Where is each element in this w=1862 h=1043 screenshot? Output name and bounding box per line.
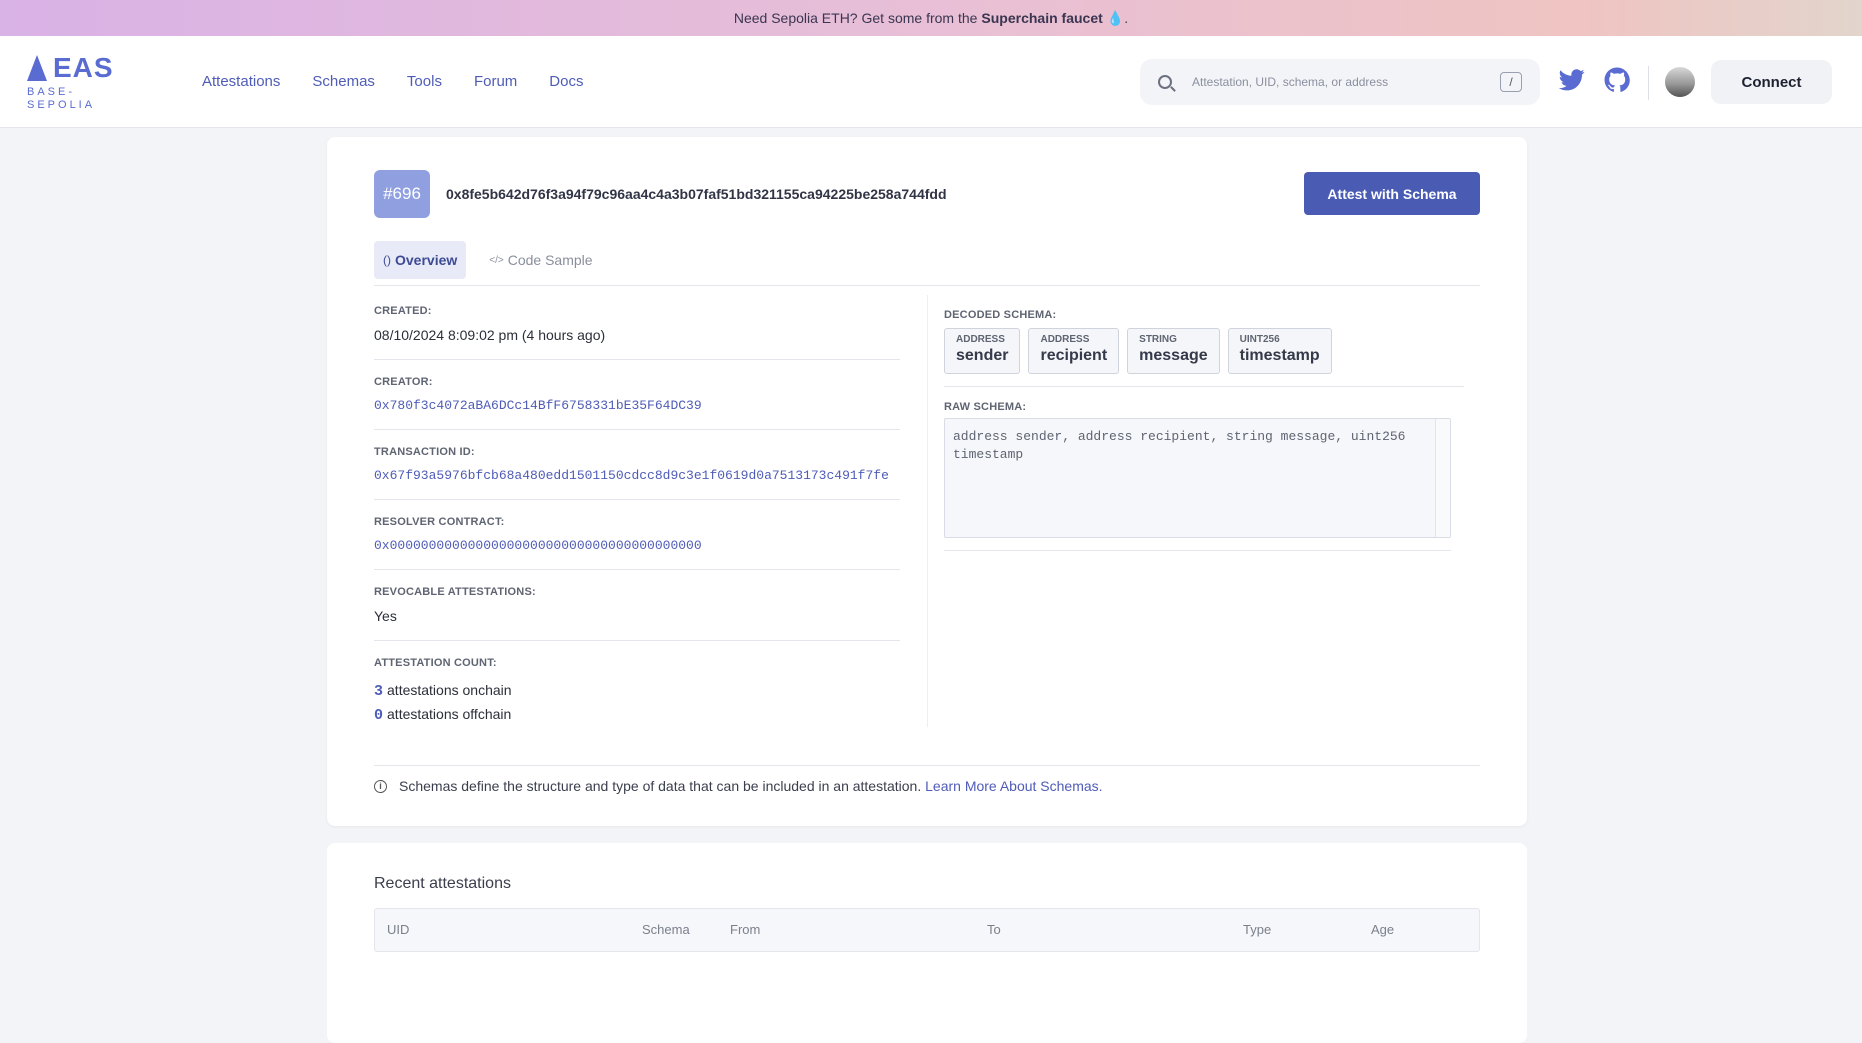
schema-field-name: recipient [1040, 347, 1108, 364]
onchain-count: 3 [374, 683, 384, 700]
github-icon[interactable] [1602, 65, 1632, 95]
attestation-count-field: ATTESTATION COUNT: 3 attestations onchain… [374, 657, 900, 743]
schema-field-name: sender [956, 347, 1009, 364]
twitter-icon[interactable] [1557, 65, 1587, 95]
creator-label: CREATOR: [374, 376, 433, 388]
schema-field-type: STRING [1139, 334, 1177, 345]
raw-schema-textarea[interactable]: address sender, address recipient, strin… [944, 418, 1451, 538]
schema-field-name: timestamp [1239, 347, 1320, 364]
schema-field-type: ADDRESS [1040, 334, 1090, 345]
transaction-id-link[interactable]: 0x67f93a5976bfcb68a480edd1501150cdcc8d9c… [374, 468, 900, 483]
onchain-text: attestations onchain [387, 682, 512, 698]
column-divider [927, 295, 928, 727]
resolver-address-link[interactable]: 0x00000000000000000000000000000000000000… [374, 538, 900, 553]
recent-attestations-title: Recent attestations [374, 875, 511, 892]
schema-tabs: () Overview </> Code Sample [374, 241, 602, 279]
schema-number-badge: #696 [374, 170, 430, 218]
logo-brand: EAS [53, 51, 114, 83]
column-age: Age [1371, 922, 1395, 937]
info-divider [374, 765, 1480, 766]
connect-button[interactable]: Connect [1711, 60, 1832, 104]
raw-schema-scrollbar[interactable] [1435, 419, 1450, 537]
search-bar: / [1140, 59, 1540, 105]
creator-field: CREATOR: 0x780f3c4072aBA6DCc14BfF6758331… [374, 376, 900, 430]
schema-card: #696 0x8fe5b642d76f3a94f79c96aa4c4a3b07f… [327, 137, 1527, 826]
faucet-link[interactable]: Superchain faucet [981, 10, 1102, 26]
offchain-count: 0 [374, 707, 384, 724]
schema-details: CREATED: 08/10/2024 8:09:02 pm (4 hours … [374, 305, 900, 759]
column-to: To [987, 922, 1001, 937]
network-name: BASE-SEPOLIA [27, 85, 96, 111]
column-uid: UID [387, 922, 410, 937]
created-label: CREATED: [374, 305, 432, 317]
nav-schemas[interactable]: Schemas [312, 73, 375, 90]
schema-info-note: i Schemas define the structure and type … [374, 778, 1103, 794]
schema-field-chip: UINT256 timestamp [1227, 328, 1332, 374]
nav-docs[interactable]: Docs [549, 73, 583, 90]
transaction-label: TRANSACTION ID: [374, 446, 475, 458]
raw-schema-divider [944, 550, 1451, 551]
promo-banner: Need Sepolia ETH? Get some from the Supe… [0, 0, 1862, 36]
decoded-schema-label: DECODED SCHEMA: [944, 309, 1057, 321]
attest-with-schema-button[interactable]: Attest with Schema [1304, 172, 1480, 215]
revocable-value: Yes [374, 608, 397, 624]
schema-field-type: ADDRESS [956, 334, 1005, 345]
resolver-field: RESOLVER CONTRACT: 0x0000000000000000000… [374, 516, 900, 570]
avatar[interactable] [1665, 67, 1695, 97]
resolver-label: RESOLVER CONTRACT: [374, 516, 505, 528]
raw-schema-text: address sender, address recipient, strin… [953, 429, 1406, 462]
nav-tools[interactable]: Tools [407, 73, 442, 90]
decoded-schema-chips: ADDRESS sender ADDRESS recipient STRING … [944, 328, 1464, 387]
banner-suffix: . [1124, 10, 1129, 26]
tab-overview-label: Overview [395, 252, 458, 268]
banner-text: Need Sepolia ETH? Get some from the [733, 10, 978, 26]
info-text: Schemas define the structure and type of… [399, 778, 922, 794]
code-icon: </> [489, 254, 504, 266]
eas-logo[interactable]: EAS BASE-SEPOLIA [27, 52, 147, 112]
schema-field-chip: ADDRESS recipient [1028, 328, 1120, 374]
offchain-text: attestations offchain [387, 706, 512, 722]
tab-overview[interactable]: () Overview [374, 241, 467, 279]
created-value: 08/10/2024 8:09:02 pm (4 hours ago) [374, 327, 606, 343]
recent-attestations-card: Recent attestations UID Schema From To T… [327, 843, 1527, 1043]
schema-field-name: message [1139, 347, 1208, 364]
column-schema: Schema [642, 922, 690, 937]
main-menu: Attestations Schemas Tools Forum Docs [202, 73, 583, 90]
info-icon: i [374, 779, 387, 793]
schema-field-type: UINT256 [1239, 334, 1280, 345]
tab-code-sample[interactable]: </> Code Sample [480, 241, 601, 279]
top-nav: EAS BASE-SEPOLIA Attestations Schemas To… [0, 36, 1862, 128]
schema-field-chip: ADDRESS sender [944, 328, 1021, 374]
tabs-divider [374, 285, 1480, 286]
created-field: CREATED: 08/10/2024 8:09:02 pm (4 hours … [374, 305, 900, 360]
nav-attestations[interactable]: Attestations [202, 73, 280, 90]
droplet-icon: 💧 [1106, 9, 1125, 26]
revocable-label: REVOCABLE ATTESTATIONS: [374, 586, 536, 598]
search-shortcut-key: / [1500, 72, 1522, 92]
eas-triangle-icon [27, 54, 47, 81]
search-icon [1158, 75, 1172, 89]
creator-address-link[interactable]: 0x780f3c4072aBA6DCc14BfF6758331bE35F64DC… [374, 398, 900, 413]
schema-structure: DECODED SCHEMA: ADDRESS sender ADDRESS r… [944, 309, 1464, 551]
schema-uid: 0x8fe5b642d76f3a94f79c96aa4c4a3b07faf51b… [446, 186, 947, 202]
onchain-count-row[interactable]: 3 attestations onchain [374, 679, 900, 703]
transaction-field: TRANSACTION ID: 0x67f93a5976bfcb68a480ed… [374, 446, 900, 500]
learn-more-link[interactable]: Learn More About Schemas. [925, 778, 1102, 794]
raw-schema-label: RAW SCHEMA: [944, 401, 1027, 413]
recent-attestations-header: UID Schema From To Type Age [374, 908, 1480, 952]
attestation-count-label: ATTESTATION COUNT: [374, 657, 497, 669]
column-from: From [730, 922, 761, 937]
braces-icon: () [383, 253, 391, 267]
offchain-count-row[interactable]: 0 attestations offchain [374, 703, 900, 727]
schema-field-chip: STRING message [1127, 328, 1220, 374]
search-input[interactable] [1192, 75, 1500, 89]
column-type: Type [1243, 922, 1272, 937]
header-divider [1648, 66, 1649, 100]
nav-forum[interactable]: Forum [474, 73, 517, 90]
revocable-field: REVOCABLE ATTESTATIONS: Yes [374, 586, 900, 641]
tab-code-sample-label: Code Sample [507, 252, 593, 268]
